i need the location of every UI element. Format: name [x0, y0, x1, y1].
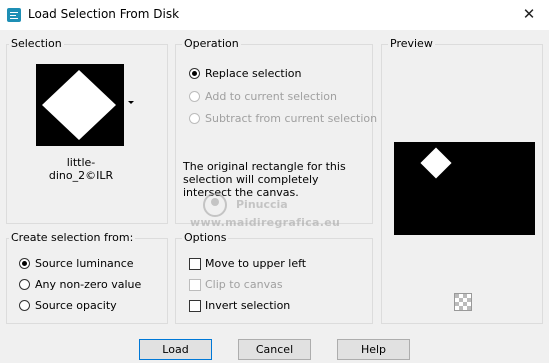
radio-label: Source opacity — [35, 299, 117, 312]
radio-button[interactable] — [189, 68, 200, 79]
window-title: Load Selection From Disk — [28, 7, 180, 21]
selection-group-label: Selection — [9, 37, 64, 50]
transparency-checker-icon[interactable] — [454, 293, 472, 311]
app-icon — [7, 8, 21, 22]
selection-thumbnail-shape — [42, 70, 116, 140]
title-bar: Load Selection From Disk ✕ — [0, 0, 549, 30]
selection-file-name: little-dino_2©ILR — [48, 156, 114, 182]
options-group-label: Options — [182, 231, 229, 244]
close-button[interactable]: ✕ — [509, 0, 549, 30]
load-button[interactable]: Load — [139, 339, 212, 360]
checkbox-label: Move to upper left — [205, 257, 307, 270]
help-button[interactable]: Help — [337, 339, 410, 360]
checkbox-label: Invert selection — [205, 299, 291, 312]
radio-button[interactable] — [189, 91, 200, 102]
preview-group-label: Preview — [388, 37, 435, 50]
preview-canvas — [394, 142, 535, 235]
checkbox[interactable] — [189, 258, 201, 270]
chevron-down-icon[interactable] — [128, 101, 134, 104]
radio-label: Any non-zero value — [35, 278, 142, 291]
radio-button[interactable] — [19, 300, 30, 311]
cancel-button[interactable]: Cancel — [238, 339, 311, 360]
checkbox-label: Clip to canvas — [205, 278, 283, 291]
radio-button[interactable] — [19, 279, 30, 290]
radio-button[interactable] — [189, 113, 200, 124]
checkbox[interactable] — [189, 300, 201, 312]
radio-label: Subtract from current selection — [205, 112, 378, 125]
radio-label: Replace selection — [205, 67, 302, 80]
radio-label: Source luminance — [35, 257, 134, 270]
checkbox[interactable] — [189, 279, 201, 291]
create-selection-group-label: Create selection from: — [9, 231, 136, 244]
operation-group-label: Operation — [182, 37, 241, 50]
radio-button[interactable] — [19, 258, 30, 269]
radio-label: Add to current selection — [205, 90, 337, 103]
selection-thumbnail[interactable] — [36, 64, 124, 146]
operation-info-text: The original rectangle for this selectio… — [183, 160, 346, 199]
